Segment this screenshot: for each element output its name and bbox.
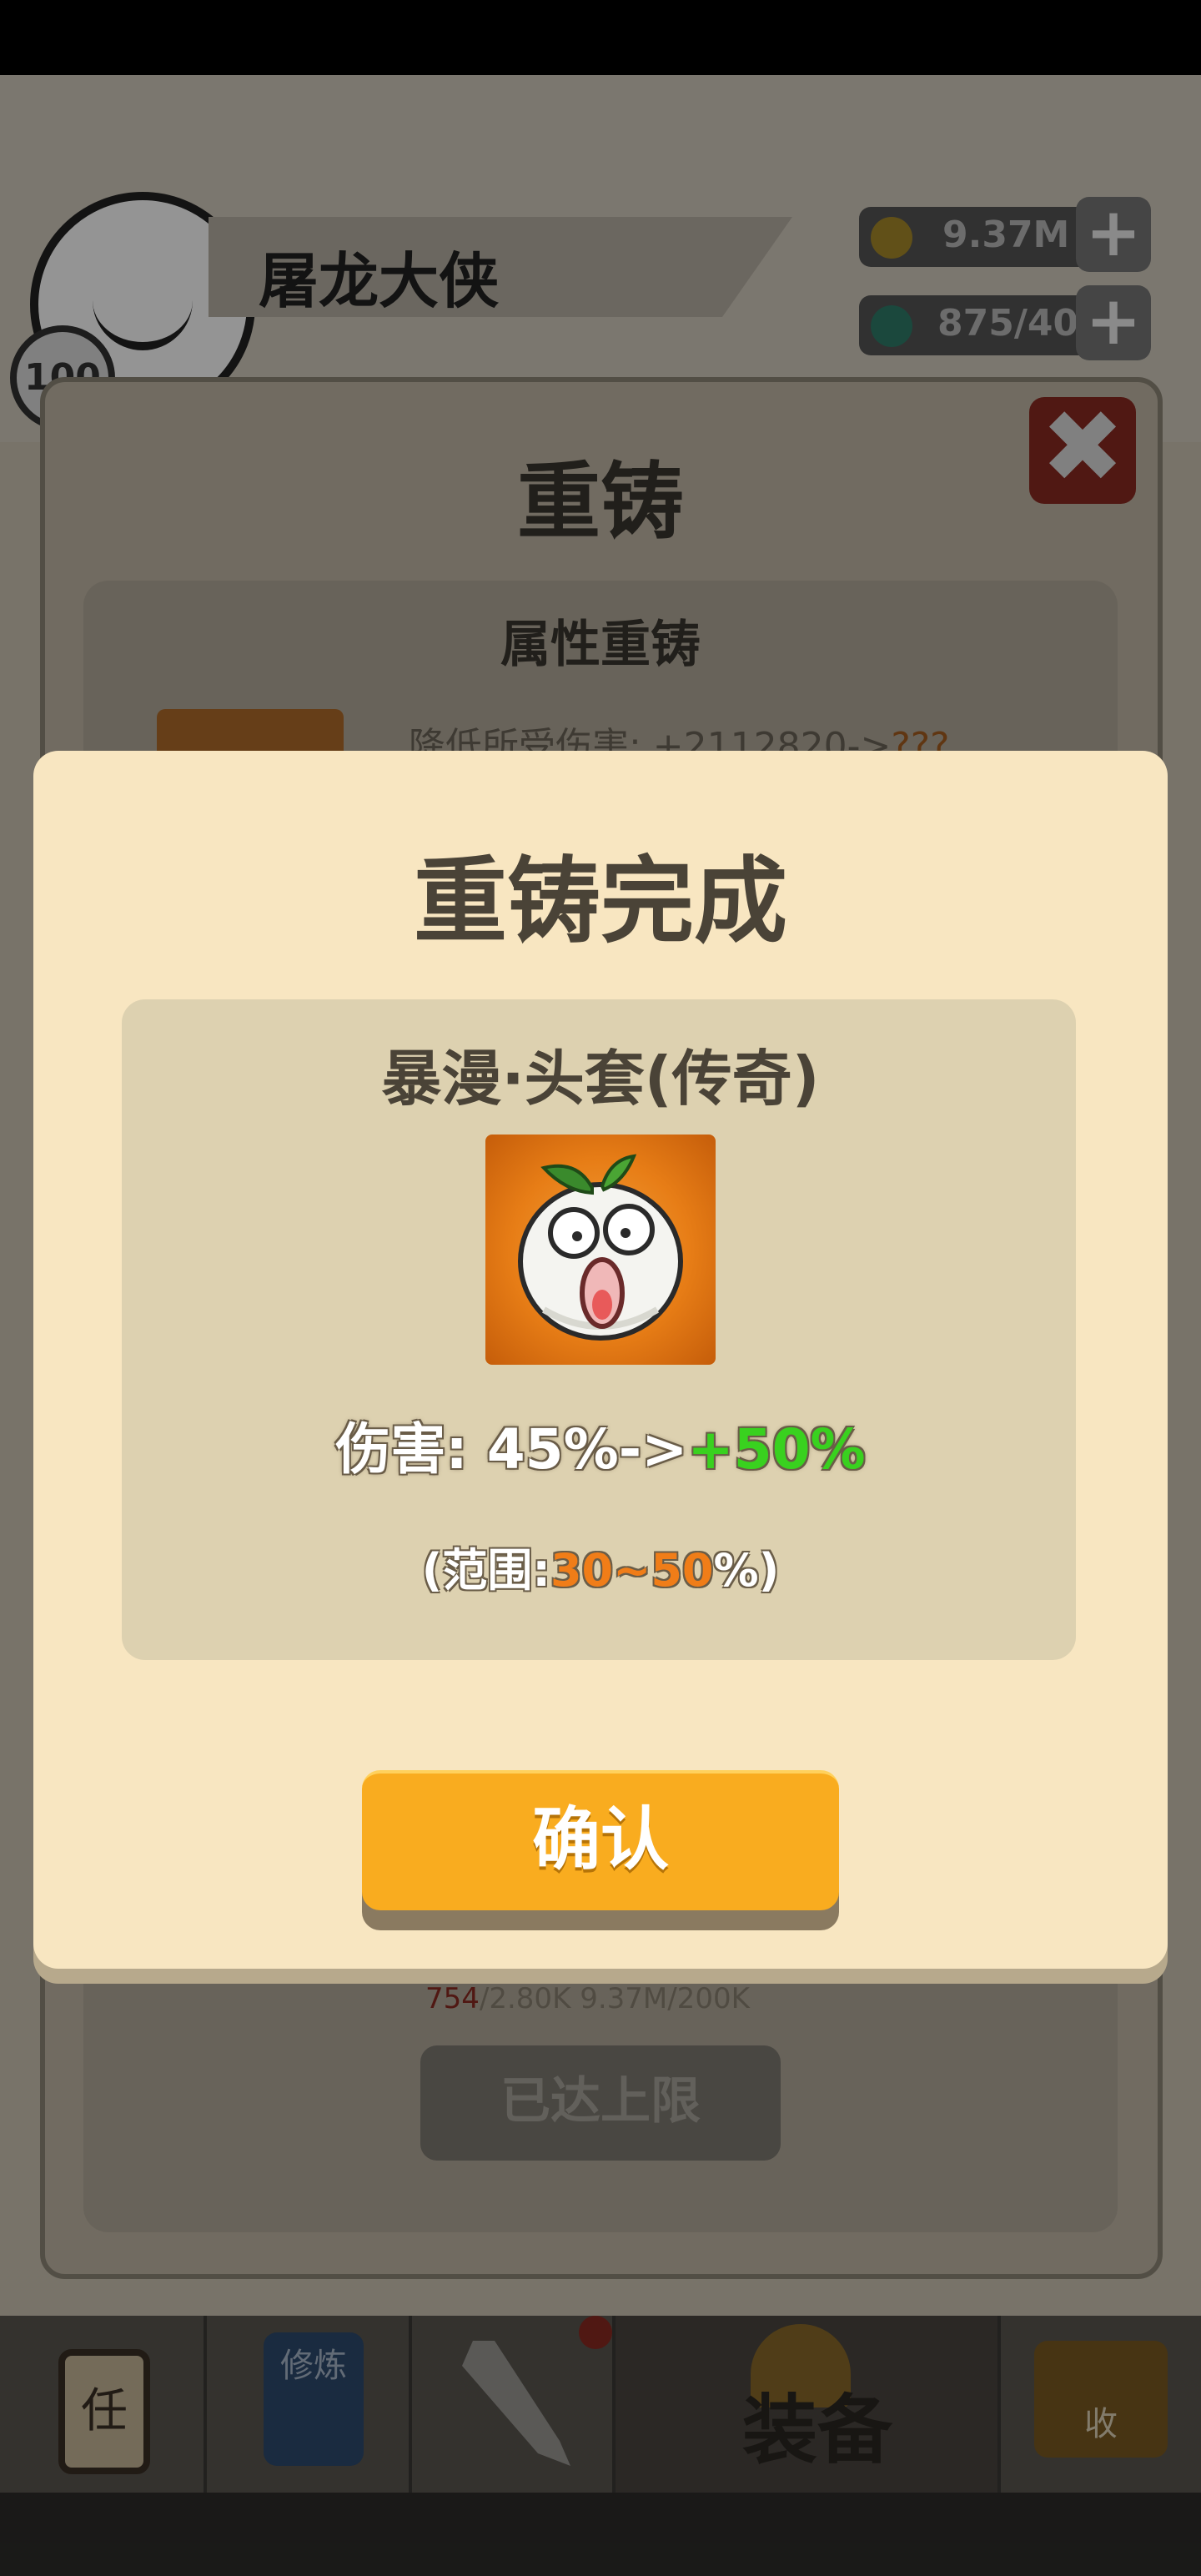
range-suffix: %) <box>713 1544 780 1597</box>
item-illustration <box>518 1154 683 1341</box>
screaming-radish-icon <box>485 1135 716 1365</box>
stat-old-value: 45%-> <box>486 1417 688 1482</box>
stat-range-line: (范围:30~50%) <box>0 1533 1201 1599</box>
item-name: 暴漫·头套(传奇) <box>381 1044 820 1114</box>
range-values: 30~50 <box>550 1544 714 1597</box>
dialog-title: 重铸完成 <box>414 848 787 956</box>
stat-change-line: 伤害: 45%->+50% <box>0 1405 1201 1485</box>
confirm-button[interactable]: 确认 <box>362 1770 839 1910</box>
stat-new-value: +50% <box>687 1417 866 1482</box>
stat-label: 伤害: <box>335 1417 468 1482</box>
range-prefix: (范围: <box>421 1544 550 1597</box>
